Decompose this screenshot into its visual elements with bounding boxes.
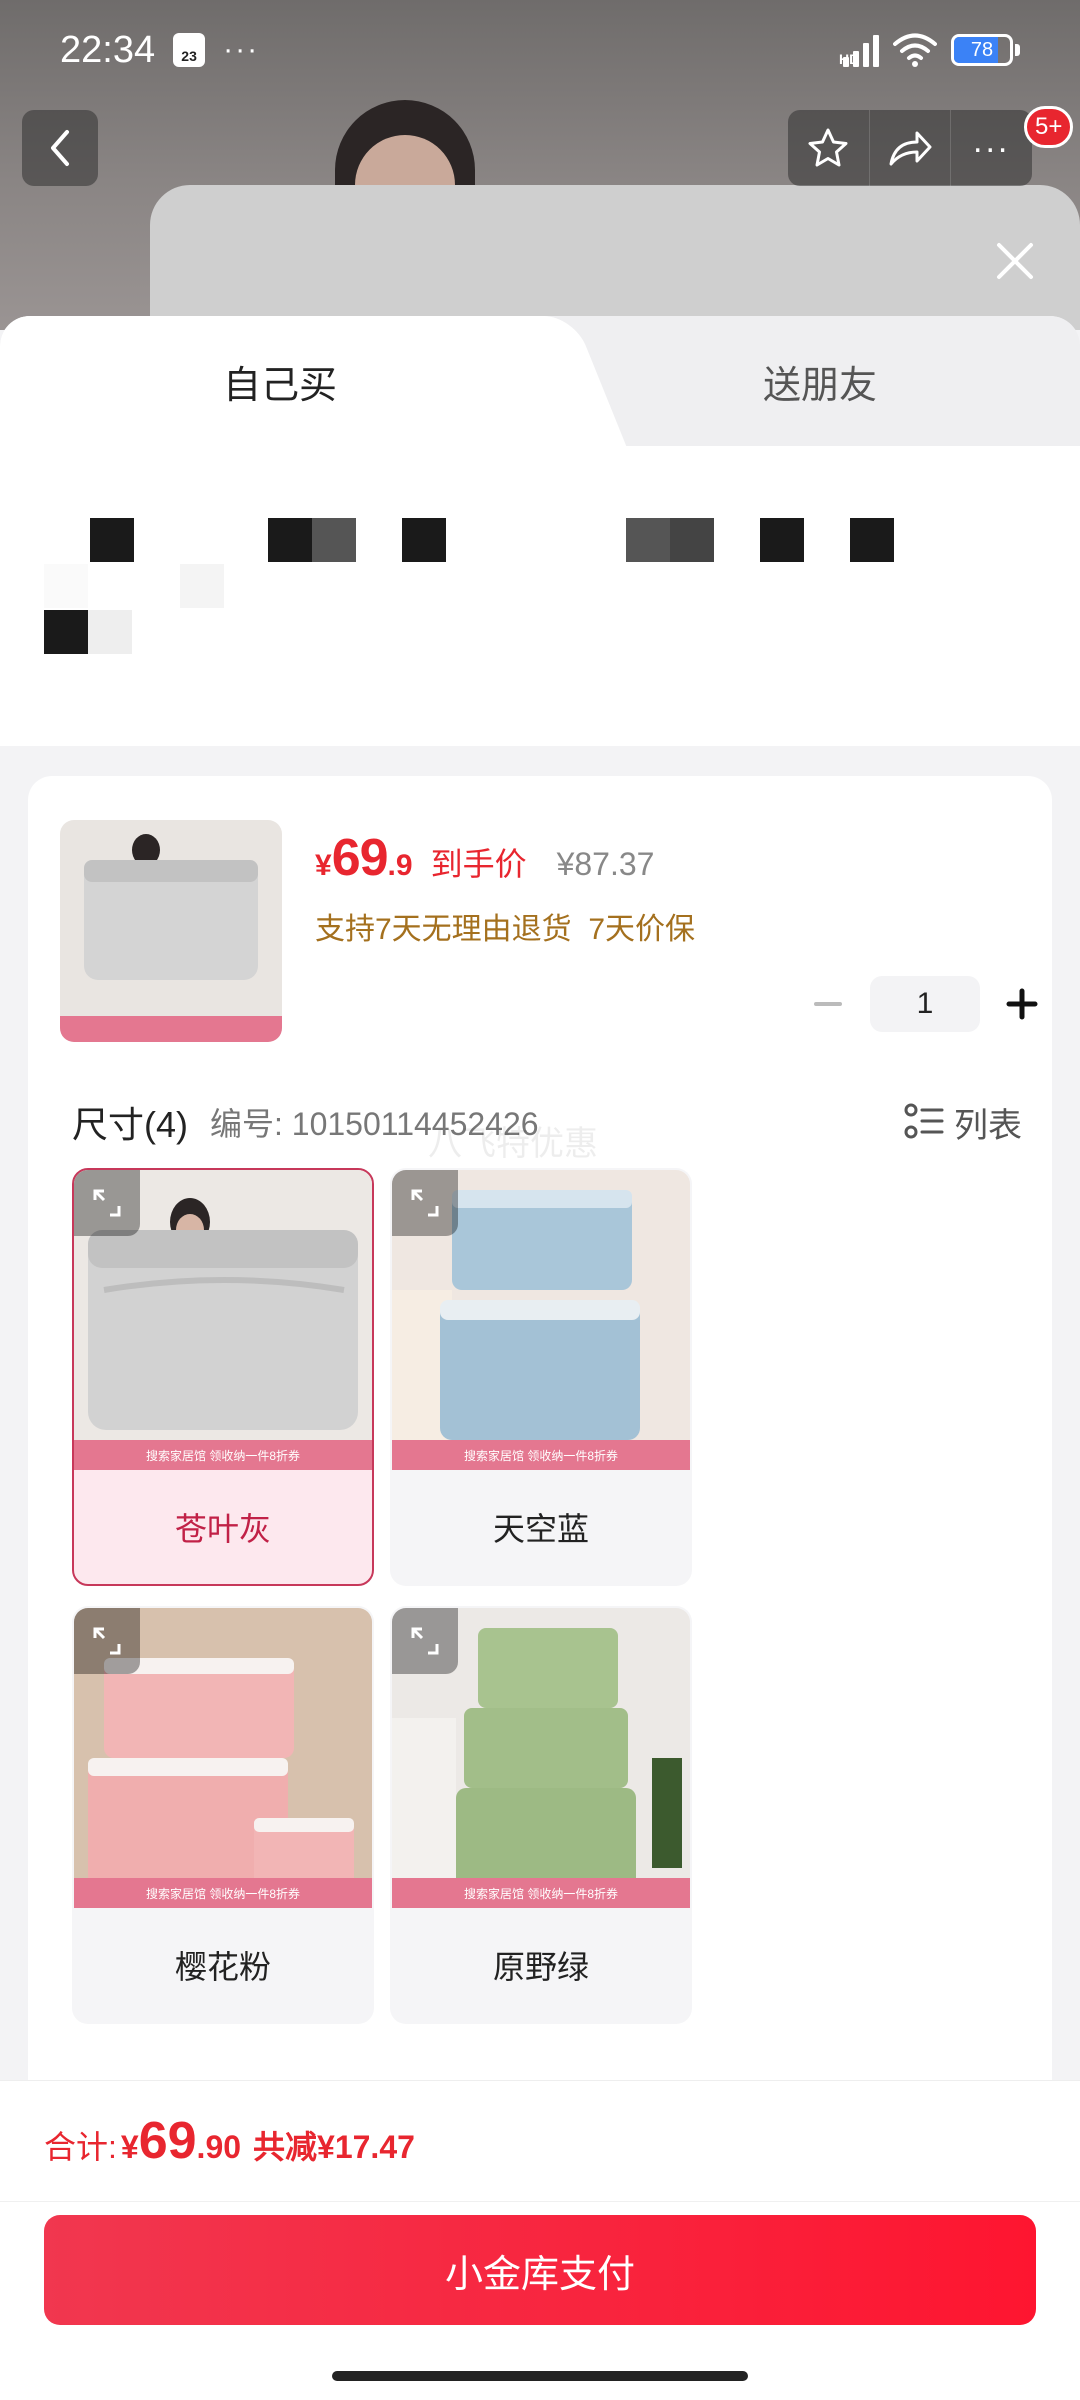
minus-icon <box>814 1002 842 1006</box>
list-icon <box>904 1103 944 1139</box>
calendar-icon: 23 <box>173 33 206 67</box>
price-tag: 到手价 <box>430 846 527 882</box>
battery-icon: 78 <box>951 34 1020 66</box>
close-icon <box>997 243 1033 279</box>
service-guarantee: 支持7天无理由退货 7天价保 <box>315 913 696 946</box>
promo-banner: 搜索家居馆 领收纳一件8折券 <box>392 1878 690 1908</box>
variant-label: 原野绿 <box>492 1949 589 1985</box>
product-card: ¥ 69 .9 到手价 ¥87.37 支持7天无理由退货 7天价保 1 尺寸(4… <box>28 776 1052 2176</box>
price-currency: ¥ <box>315 849 332 882</box>
variant-image: 搜索家居馆 领收纳一件8折券 <box>74 1608 372 1908</box>
hd-label: HD <box>839 51 860 67</box>
status-right: HD 78 <box>839 33 1020 67</box>
watermark-text: 八飞特优惠 <box>428 1125 598 1163</box>
favorite-button[interactable] <box>788 110 870 186</box>
storage-box-shape <box>150 185 1080 330</box>
variant-option-blue[interactable]: 搜索家居馆 领收纳一件8折券 天空蓝 <box>390 1168 692 1586</box>
total-currency: ¥ <box>120 2129 139 2165</box>
pay-button[interactable]: 小金库支付 <box>44 2215 1036 2325</box>
quantity-stepper: 1 <box>798 976 1052 1032</box>
wifi-icon <box>893 33 937 67</box>
close-button[interactable] <box>990 236 1040 286</box>
tab-buy-for-self[interactable]: 自己买 <box>0 316 560 446</box>
variant-label: 苍叶灰 <box>174 1511 271 1547</box>
checkout-bar: 合计: ¥ 69 .90 共减¥17.47 小金库支付 <box>0 2080 1080 2400</box>
list-view-toggle[interactable]: 列表 <box>904 1098 1022 1147</box>
decrease-quantity-button[interactable] <box>798 976 858 1032</box>
variant-label: 天空蓝 <box>492 1511 589 1547</box>
notification-badge: 5+ <box>1024 106 1074 148</box>
variant-option-green[interactable]: 搜索家居馆 领收纳一件8折券 原野绿 <box>390 1606 692 2024</box>
more-button[interactable]: ... <box>951 110 1032 186</box>
tab-send-to-friend-label: 送朋友 <box>762 364 877 407</box>
quantity-value[interactable]: 1 <box>870 976 980 1032</box>
share-icon <box>889 131 932 166</box>
variant-grid: 搜索家居馆 领收纳一件8折券 苍叶灰 搜索家居馆 领收纳一件8折券 天空蓝 搜索… <box>72 1168 712 2024</box>
total-summary: 合计: ¥ 69 .90 共减¥17.47 <box>44 2111 415 2171</box>
address-card-redacted[interactable] <box>44 466 1052 718</box>
list-view-label: 列表 <box>954 1106 1022 1145</box>
total-integer: 69 <box>138 2112 197 2170</box>
address-section <box>0 446 1080 746</box>
tab-buy-for-self-label: 自己买 <box>222 364 337 407</box>
variant-label: 樱花粉 <box>174 1949 271 1985</box>
signal-icon: HD <box>839 33 879 67</box>
home-indicator[interactable] <box>332 2371 748 2381</box>
chevron-left-icon <box>51 130 69 166</box>
status-time: 22:34 <box>60 28 156 71</box>
expand-icon[interactable] <box>74 1608 140 1674</box>
size-title: 尺寸(4) <box>72 1104 188 1145</box>
total-label: 合计: <box>44 2129 117 2165</box>
tab-send-to-friend[interactable]: 送朋友 <box>560 316 1080 446</box>
star-icon <box>808 128 848 167</box>
divider <box>0 2201 1080 2202</box>
status-bar: 22:34 23 ··· HD 78 <box>0 0 1080 100</box>
expand-icon[interactable] <box>392 1170 458 1236</box>
top-action-group: ... <box>788 110 1032 186</box>
more-dots-icon: ... <box>973 122 1011 160</box>
promo-banner: 搜索家居馆 领收纳一件8折券 <box>392 1440 690 1470</box>
variant-image: 搜索家居馆 领收纳一件8折券 <box>392 1170 690 1470</box>
expand-icon[interactable] <box>74 1170 140 1236</box>
increase-quantity-button[interactable] <box>992 976 1052 1032</box>
promo-banner: 搜索家居馆 领收纳一件8折券 <box>74 1440 372 1470</box>
purchase-tabs: 自己买 送朋友 <box>0 316 1080 446</box>
variant-option-grey[interactable]: 搜索家居馆 领收纳一件8折券 苍叶灰 <box>72 1168 374 1586</box>
promo-banner: 搜索家居馆 领收纳一件8折券 <box>74 1878 372 1908</box>
back-button[interactable] <box>22 110 98 186</box>
original-price: ¥87.37 <box>556 846 655 882</box>
plus-icon <box>1006 988 1038 1020</box>
variant-image: 搜索家居馆 领收纳一件8折券 <box>392 1608 690 1908</box>
expand-icon[interactable] <box>392 1608 458 1674</box>
price-integer: 69 <box>331 829 389 887</box>
price-line: ¥ 69 .9 到手价 ¥87.37 <box>315 828 654 888</box>
total-savings: 共减¥17.47 <box>253 2129 415 2165</box>
share-button[interactable] <box>870 110 952 186</box>
variant-image: 搜索家居馆 领收纳一件8折券 <box>74 1170 372 1470</box>
variant-option-pink[interactable]: 搜索家居馆 领收纳一件8折券 樱花粉 <box>72 1606 374 2024</box>
product-thumbnail[interactable] <box>60 820 282 1042</box>
battery-level: 78 <box>970 38 994 61</box>
price-decimal: .9 <box>387 849 413 882</box>
more-notifications-icon: ··· <box>223 33 260 66</box>
total-decimal: .90 <box>196 2129 242 2165</box>
